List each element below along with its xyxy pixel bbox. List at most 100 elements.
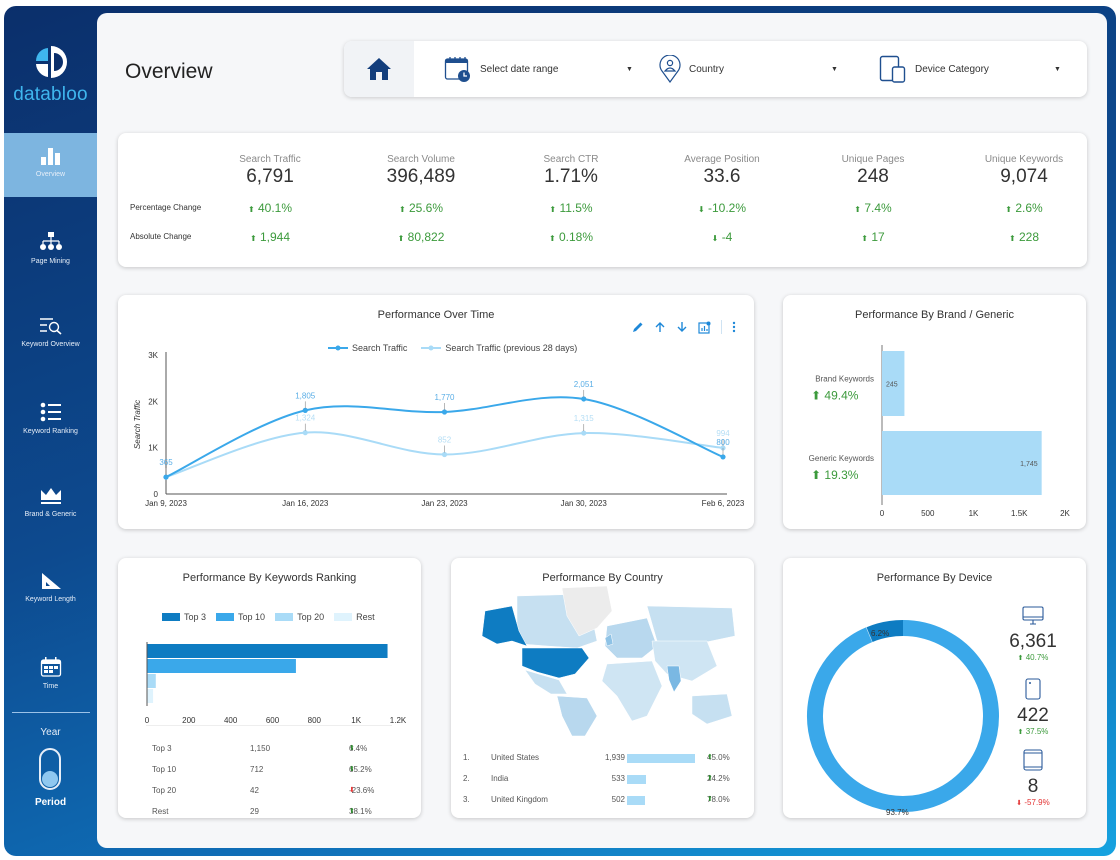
data-point [581, 430, 587, 436]
data-point [441, 451, 448, 458]
up-arrow-icon: ⬆ [1008, 234, 1016, 243]
x-tick-label: 200 [182, 716, 196, 725]
device-stat: 422 ⬆ 37.5% [999, 678, 1067, 736]
x-tick-label: 0 [145, 716, 150, 725]
country-value-bar [627, 754, 695, 763]
kpi-absolute-change: ⬆ 17 [798, 230, 948, 244]
sidebar-item-overview[interactable]: Overview [4, 133, 97, 197]
map-country-africa [601, 660, 663, 722]
rank-value: 29 [250, 807, 259, 816]
map-country-russia [646, 605, 736, 645]
up-arrow-icon: ⬆ [707, 775, 713, 782]
kpi-absolute-value: 0.18% [559, 230, 594, 244]
sidebar-divider [12, 712, 90, 713]
kpi-label: Search Traffic [239, 154, 301, 165]
device-change: ⬇ -57.9% [999, 798, 1067, 807]
kpi-value: 6,791 [246, 166, 294, 187]
data-label: 800 [716, 438, 730, 447]
up-arrow-icon: ⬆ [247, 205, 255, 214]
down-arrow-icon: ⬇ [697, 205, 705, 214]
percentage-change-label: Percentage Change [130, 203, 202, 212]
kpi-percentage-change: ⬆ 2.6% [949, 201, 1099, 215]
main-content: Overview Select date range ▼ Country ▼ D… [97, 13, 1107, 848]
country-rank: 2. [463, 774, 470, 783]
down-arrow-icon: ⬇ [1016, 800, 1023, 807]
category-change: ⬆ 19.3% [811, 468, 859, 482]
map-country-australia [691, 693, 733, 725]
up-arrow-icon: ⬆ [249, 234, 257, 243]
table-row: 1. United States 1,939 45.0% ⬆ [451, 753, 754, 767]
rank-value: 712 [250, 765, 264, 774]
device-donut-chart: 6.2% 93.7% [807, 620, 999, 816]
data-label: 2,051 [574, 380, 595, 389]
up-arrow-icon: ⬆ [1017, 729, 1024, 736]
up-arrow-icon: ⬆ [349, 745, 355, 752]
bar-top-3 [147, 644, 388, 658]
data-label: 994 [716, 429, 730, 438]
sidebar: databloo Overview Page Mining Keyword Ov… [4, 6, 97, 856]
kpi-absolute-change: ⬆ 228 [949, 230, 1099, 244]
table-divider [146, 725, 392, 726]
data-label: 365 [159, 458, 173, 467]
kpi-label: Unique Keywords [984, 154, 1064, 165]
change-value: 37.5% [1025, 727, 1049, 736]
device-category-filter[interactable]: Device Category ▼ [879, 41, 1069, 97]
kpi-absolute-value: -4 [721, 230, 733, 244]
kpi-absolute-value: 228 [1019, 230, 1040, 244]
brand-name: databloo [13, 84, 88, 105]
year-period-toggle[interactable] [39, 748, 61, 790]
kpi-value: 33.6 [703, 166, 741, 187]
sidebar-item-brand-generic[interactable]: Brand & Generic [4, 473, 97, 537]
sidebar-item-keyword-length[interactable]: Keyword Length [4, 558, 97, 622]
kpi-label: Search CTR [543, 154, 599, 165]
tablet-icon [999, 749, 1067, 776]
country-name: United Kingdom [491, 795, 548, 804]
kpi-percentage-value: 25.6% [409, 201, 444, 215]
mobile-icon [999, 678, 1067, 705]
table-row: Top 3 1,150 6.4% ⬆ [118, 744, 421, 758]
kpi-search-ctr: Search CTR 1.71% ⬆ 11.5% ⬆ 0.18% [496, 133, 646, 244]
sidebar-item-time[interactable]: Time [4, 643, 97, 707]
date-range-filter[interactable]: Select date range ▼ [444, 41, 634, 97]
kpi-percentage-change: ⬆ 11.5% [496, 201, 646, 215]
device-value: 6,361 [1009, 631, 1057, 652]
map-country-south-america [556, 695, 598, 736]
country-rank: 1. [463, 753, 470, 762]
world-map[interactable] [467, 586, 737, 736]
home-icon [367, 58, 391, 80]
kpi-percentage-value: 11.5% [559, 201, 593, 215]
rank-label: Rest [152, 807, 169, 816]
slice-label: 6.2% [871, 629, 889, 638]
country-label: Country [689, 63, 725, 75]
change-value: -57.9% [1024, 798, 1050, 807]
x-tick-label: 500 [921, 509, 935, 518]
toggle-knob[interactable] [42, 771, 58, 787]
sidebar-item-keyword-overview[interactable]: Keyword Overview [4, 303, 97, 367]
device-value: 8 [1027, 776, 1039, 797]
databloo-logo-icon [35, 46, 67, 78]
chart-title: Performance By Country [542, 572, 663, 584]
chevron-down-icon: ▼ [831, 66, 838, 73]
kpi-average-position: Average Position 33.6 ⬇ -10.2% ⬇ -4 [647, 133, 797, 244]
x-tick-label: Jan 30, 2023 [561, 499, 608, 508]
sidebar-item-page-mining[interactable]: Page Mining [4, 218, 97, 282]
home-button[interactable] [344, 41, 414, 97]
kpi-percentage-change: ⬇ -10.2% [647, 201, 797, 215]
kpi-percentage-value: -10.2% [708, 201, 747, 215]
sidebar-item-keyword-ranking[interactable]: Keyword Ranking [4, 388, 97, 452]
logo[interactable]: databloo [4, 44, 97, 106]
y-tick-label: 3K [148, 351, 158, 360]
x-tick-label: 1.2K [390, 716, 407, 725]
location-person-icon [659, 55, 681, 83]
crown-icon [40, 488, 61, 504]
country-filter[interactable]: Country ▼ [659, 41, 839, 97]
data-label: 1,315 [574, 414, 595, 423]
bar-generic-keywords [882, 431, 1042, 495]
brand-generic-card: Performance By Brand / Generic 245 Brand … [783, 295, 1086, 529]
sitemap-icon [39, 232, 62, 250]
rank-value: 1,150 [250, 744, 271, 753]
kpi-scorecard: Percentage Change Absolute Change Search… [118, 133, 1087, 267]
up-arrow-icon: ⬆ [548, 234, 556, 243]
rank-label: Top 3 [152, 744, 172, 753]
up-arrow-icon: ⬆ [397, 234, 405, 243]
